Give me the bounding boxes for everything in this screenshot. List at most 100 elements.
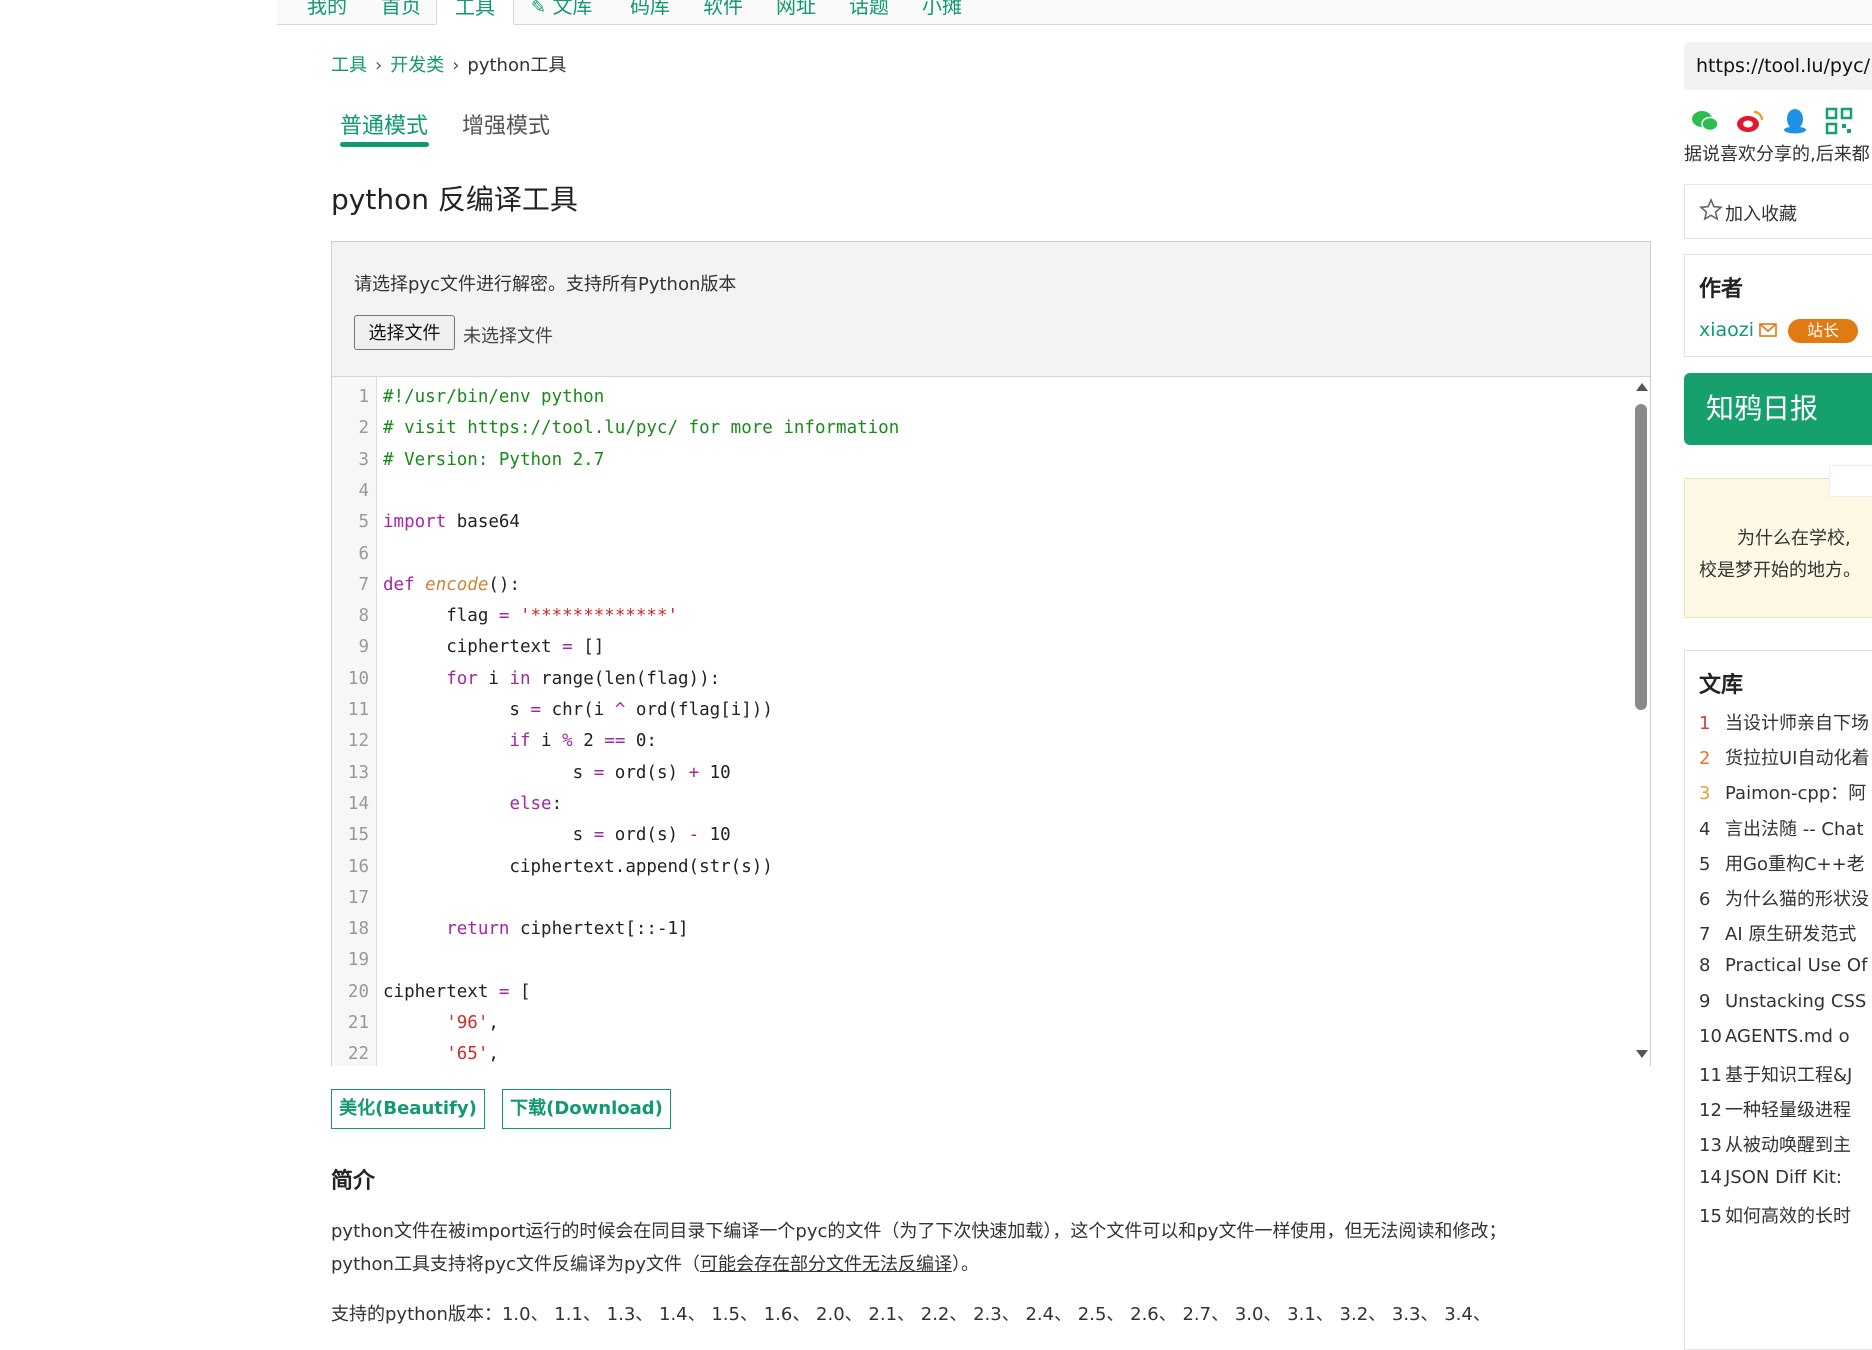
code-token: == [604,731,626,752]
code-line: 13 s = ord(s) + 10 [332,758,1622,789]
line-number: 9 [358,637,369,658]
code-token: , [488,1044,499,1065]
qq-icon[interactable] [1780,106,1810,136]
library-item[interactable]: 2 货拉拉UI自动化着 [1699,744,1869,770]
nav-item-home[interactable]: 首页 [381,0,421,23]
code-token: i [477,668,510,689]
scroll-down-icon[interactable] [1636,1050,1648,1058]
code-token: else [509,793,552,814]
intro-paragraph-2: python工具支持将pyc文件反编译为py文件（可能会存在部分文件无法反编译）… [331,1250,979,1276]
intro-p2-link[interactable]: 可能会存在部分文件无法反编译 [700,1254,952,1275]
code-token: = [498,981,510,1002]
author-heading: 作者 [1699,277,1744,302]
library-item[interactable]: 1 当设计师亲自下场 [1699,709,1869,735]
code-token: = [498,606,510,627]
nav-item-topics[interactable]: 话题 [849,0,889,23]
code-token: : [551,793,563,814]
code-token: # Version: Python 2.7 [383,449,605,470]
library-item-title: 为什么猫的形状没 [1725,889,1869,910]
nav-item-software[interactable]: 软件 [703,0,743,23]
library-item[interactable]: 12 一种轻量级进程 [1699,1096,1851,1122]
qrcode-icon[interactable] [1824,106,1854,136]
note-line-2: 校是梦开始的地方。 [1699,560,1861,581]
decompile-panel: 请选择pyc文件进行解密。支持所有Python版本 选择文件 未选择文件 1 #!… [331,241,1651,1066]
code-token: '65' [446,1044,489,1065]
nav-item-stall[interactable]: 小摊 [922,0,962,23]
breadcrumb-tools[interactable]: 工具 [331,55,367,76]
nav-item-library[interactable]: ✎ 文库 [531,0,592,23]
code-line: 14 else: [332,789,1622,820]
daily-banner[interactable]: 知鸦日报 [1684,373,1872,445]
library-item[interactable]: 7 AI 原生研发范式 [1699,920,1856,946]
choose-file-button[interactable]: 选择文件 [354,315,455,350]
scroll-up-icon[interactable] [1636,383,1648,391]
code-text: ciphertext.append(str(s)) [383,852,772,883]
beautify-button[interactable]: 美化(Beautify) [331,1089,485,1129]
line-number: 1 [358,387,369,407]
intro-p2-end: ）。 [952,1254,980,1275]
code-token: ord(s) [604,762,689,783]
author-name[interactable]: xiaozi [1699,319,1754,341]
library-item[interactable]: 3 Paimon-cpp：阿 [1699,779,1866,805]
line-number: 8 [358,606,369,627]
editor-scrollbar[interactable] [1632,377,1650,1066]
line-number: 4 [358,480,369,501]
library-item-title: Unstacking CSS [1725,990,1867,1012]
line-number: 12 [347,731,369,752]
code-line: 18 return ciphertext[::-1] [332,914,1622,945]
library-item[interactable]: 9 Unstacking CSS [1699,991,1866,1012]
nav-item-tools[interactable]: 工具 [436,0,514,25]
library-item-title: 用Go重构C++老 [1725,853,1865,875]
nav-item-mine[interactable]: 我的 [307,0,347,23]
add-favorite-button[interactable]: 加入收藏 [1684,184,1872,239]
bookmark-icon[interactable] [1862,106,1872,136]
top-nav: 我的 首页 工具 ✎ 文库 码库 软件 网址 话题 小摊 [277,0,1872,25]
line-number: 16 [347,856,369,877]
download-button[interactable]: 下载(Download) [502,1089,671,1129]
code-token: % [562,731,573,752]
library-item[interactable]: 13 从被动唤醒到主 [1699,1131,1851,1157]
code-token: ciphertext[::-1] [509,919,689,940]
code-token: s [383,700,531,720]
library-item[interactable]: 6 为什么猫的形状没 [1699,885,1869,911]
scrollbar-thumb[interactable] [1635,404,1647,710]
library-item-title: 当设计师亲自下场 [1725,713,1869,734]
code-line: 16 ciphertext.append(str(s)) [332,852,1622,883]
tab-enhanced-mode[interactable]: 增强模式 [462,108,550,140]
mail-icon[interactable] [1759,323,1777,337]
nav-item-urls[interactable]: 网址 [776,0,816,23]
library-item-rank: 3 [1699,783,1711,805]
library-item[interactable]: 15 如何高效的长时 [1699,1202,1851,1228]
line-number: 10 [347,668,369,689]
note-tape [1829,465,1872,497]
library-item-rank: 1 [1699,713,1711,734]
code-text: # visit https://tool.lu/pyc/ for more in… [383,413,899,444]
code-text: ciphertext = [ [383,977,531,1008]
code-token: = [530,700,542,720]
code-line: 8 flag = '*************' [332,601,1622,632]
library-item[interactable]: 10 AGENTS.md o [1699,1026,1850,1047]
code-editor[interactable]: 1 #!/usr/bin/env python 2 # visit https://t… [332,376,1650,1066]
code-token: if [509,731,531,752]
library-item-title: AI 原生研发范式 [1725,924,1857,946]
nav-item-code[interactable]: 码库 [630,0,670,23]
weibo-icon[interactable] [1735,106,1765,136]
library-item[interactable]: 4 言出法随 -- Chat [1699,815,1864,841]
code-text: s = ord(s) + 10 [383,758,731,789]
library-item[interactable]: 11 基于知识工程&J [1699,1061,1852,1087]
share-url-field[interactable]: https://tool.lu/pyc/ [1684,42,1872,90]
tab-normal-mode[interactable]: 普通模式 [340,108,428,140]
wechat-icon[interactable] [1690,106,1720,136]
library-item[interactable]: 5 用Go重构C++老 [1699,850,1865,876]
library-item[interactable]: 14 JSON Diff Kit: [1699,1167,1842,1188]
line-number: 17 [347,887,369,908]
breadcrumb-dev[interactable]: 开发类 [390,55,444,76]
library-item[interactable]: 8 Practical Use Of [1699,955,1867,976]
code-token: def [383,574,415,595]
line-number: 20 [347,981,369,1002]
code-token: ciphertext [383,981,499,1002]
code-line: 5 import base64 [332,507,1622,538]
